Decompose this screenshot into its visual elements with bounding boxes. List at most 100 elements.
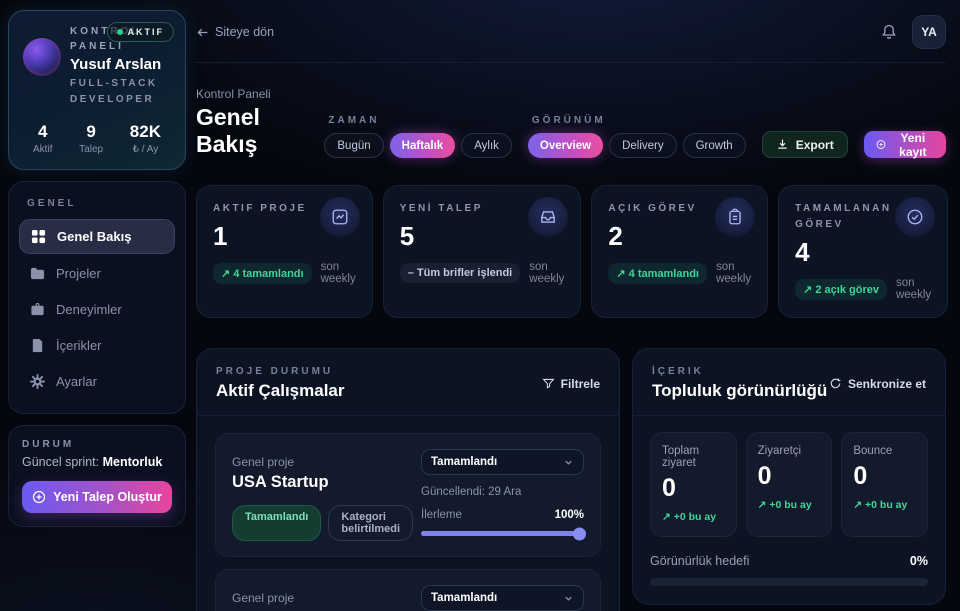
briefcase-icon [30, 302, 45, 317]
slider-knob[interactable] [573, 527, 586, 540]
sync-button[interactable]: Senkronize et [829, 377, 926, 391]
time-filter-aylik[interactable]: Aylık [461, 133, 512, 158]
folder-icon [30, 266, 45, 281]
arrow-left-icon [196, 26, 209, 39]
profile-stat-label: Aktif [33, 144, 52, 155]
back-to-site-link[interactable]: Siteye dön [196, 25, 274, 39]
sprint-value: Mentorluk [103, 455, 163, 469]
stat-label: AKTIF PROJE [213, 201, 328, 217]
time-filter-group: ZAMAN Bugün Haftalık Aylık [324, 115, 512, 158]
back-link-label: Siteye dön [215, 25, 274, 39]
metric-card-toplam-ziyaret: Toplam ziyaret 0 ↗ +0 bu ay [650, 432, 737, 537]
stat-card-yeni-talep: YENİ TALEP 5 – Tüm brifler işlendi son w… [383, 185, 582, 318]
goal-label: Görünürlük hedefi [650, 554, 749, 568]
stat-card-acik-gorev: AÇIK GÖREV 2 ↗ 4 tamamlandı son weekly [591, 185, 768, 318]
metric-value: 0 [853, 462, 916, 491]
project-status-value: Tamamlandı [431, 592, 497, 604]
stat-note: son weekly [716, 261, 751, 285]
progress-value: 100% [555, 509, 584, 521]
clipboard-icon [715, 197, 755, 237]
progress-slider[interactable] [421, 531, 584, 536]
visibility-panel-eyebrow: İÇERIK [652, 366, 827, 377]
new-request-button-label: Yeni Talep Oluştur [53, 490, 162, 504]
time-filter-label: ZAMAN [324, 115, 512, 126]
active-dot-icon [117, 29, 123, 35]
project-name: USA Startup [232, 473, 407, 492]
stat-badge: – Tüm brifler işlendi [400, 263, 521, 283]
metric-label: Ziyaretçi [758, 445, 821, 457]
stat-label: AÇIK GÖREV [608, 201, 723, 217]
sidebar-item-projeler[interactable]: Projeler [19, 257, 175, 290]
profile-stat-value: 4 [33, 122, 52, 142]
sidebar-item-icerikler[interactable]: İçerikler [19, 329, 175, 362]
metric-label: Toplam ziyaret [662, 445, 725, 469]
chevron-down-icon [563, 593, 574, 604]
stat-label: YENİ TALEP [400, 201, 515, 217]
user-avatar[interactable]: YA [912, 15, 946, 49]
metric-badge: ↗ +0 bu ay [662, 511, 725, 523]
profile-stat-value: 82K [130, 122, 161, 142]
status-badge: AKTIF [107, 22, 175, 42]
project-tag-category: Kategori belirtilmedi [328, 505, 413, 541]
left-sidebar: AKTIF KONTROL PANELI Yusuf Arslan FULL-S… [8, 10, 186, 527]
topbar: Siteye dön YA [196, 0, 946, 63]
metric-badge: ↗ +0 bu ay [853, 499, 916, 511]
project-status-select[interactable]: Tamamlandı [421, 449, 584, 475]
filter-button[interactable]: Filtrele [542, 377, 600, 391]
view-filter-growth[interactable]: Growth [683, 133, 746, 158]
sprint-label: Güncel sprint: [22, 455, 99, 469]
sidebar-item-label: Ayarlar [56, 374, 97, 389]
project-card-usa-startup: Genel proje USA Startup Tamamlandı Kateg… [215, 433, 601, 557]
project-tag-status: Tamamlandı [232, 505, 321, 541]
refresh-icon [829, 377, 842, 390]
project-status-value: Tamamlandı [431, 456, 497, 468]
profile-stat-active: 4 Aktif [33, 122, 52, 155]
avatar-initials: YA [921, 25, 937, 39]
view-filter-overview[interactable]: Overview [528, 133, 603, 158]
project-card-has-rulman: Genel proje Has Rulman Tamamlandı Analyt… [215, 569, 601, 611]
view-filter-label: GÖRÜNÜM [528, 115, 746, 126]
project-status-select[interactable]: Tamamlandı [421, 585, 584, 611]
new-request-button[interactable]: Yeni Talep Oluştur [22, 481, 172, 513]
projects-panel: PROJE DURUMU Aktif Çalışmalar Filtrele G… [196, 348, 620, 611]
sidebar-item-deneyimler[interactable]: Deneyimler [19, 293, 175, 326]
profile-stat-label: Talep [79, 144, 103, 155]
plus-circle-icon [876, 138, 886, 151]
sidebar-item-ayarlar[interactable]: Ayarlar [19, 365, 175, 398]
gear-icon [30, 374, 45, 389]
metric-value: 0 [662, 474, 725, 503]
bell-icon[interactable] [880, 23, 898, 41]
goal-progress-bar [650, 578, 928, 586]
status-card-eyebrow: DURUM [22, 439, 172, 450]
stat-cards-row: AKTIF PROJE 1 ↗ 4 tamamlandı son weekly … [196, 185, 946, 318]
funnel-icon [542, 377, 555, 390]
sidebar-item-label: Deneyimler [56, 302, 122, 317]
view-filter-delivery[interactable]: Delivery [609, 133, 677, 158]
time-filter-bugun[interactable]: Bugün [324, 133, 383, 158]
time-filter-haftalik[interactable]: Haftalık [390, 133, 456, 158]
sidebar-item-genel-bakis[interactable]: Genel Bakış [19, 219, 175, 254]
sprint-status-card: DURUM Güncel sprint: Mentorluk Yeni Tale… [8, 425, 186, 527]
stat-card-aktif-proje: AKTIF PROJE 1 ↗ 4 tamamlandı son weekly [196, 185, 373, 318]
profile-card: AKTIF KONTROL PANELI Yusuf Arslan FULL-S… [8, 10, 186, 170]
profile-stat-label: ₺ / Ay [130, 144, 161, 155]
page-title-block: Kontrol Paneli Genel Bakış [196, 87, 324, 158]
goal-value: 0% [910, 554, 928, 568]
export-button-label: Export [796, 138, 834, 152]
project-eyebrow: Genel proje [232, 455, 407, 469]
new-record-button-label: Yeni kayıt [892, 131, 934, 159]
chevron-down-icon [563, 457, 574, 468]
metric-card-bounce: Bounce 0 ↗ +0 bu ay [841, 432, 928, 537]
avatar [23, 38, 61, 76]
export-button[interactable]: Export [762, 131, 848, 158]
new-record-button[interactable]: Yeni kayıt [864, 131, 946, 158]
stat-badge: ↗ 4 tamamlandı [213, 263, 312, 284]
nav-section-label: GENEL [19, 196, 175, 219]
view-filter-group: GÖRÜNÜM Overview Delivery Growth [528, 115, 746, 158]
sidebar-item-label: Projeler [56, 266, 101, 281]
stat-badge: ↗ 4 tamamlandı [608, 263, 707, 284]
main-content: Siteye dön YA Kontrol Paneli Genel Bakış… [196, 0, 946, 611]
sidebar-item-label: İçerikler [56, 338, 102, 353]
check-circle-icon [895, 197, 935, 237]
page-title: Genel Bakış [196, 104, 324, 158]
